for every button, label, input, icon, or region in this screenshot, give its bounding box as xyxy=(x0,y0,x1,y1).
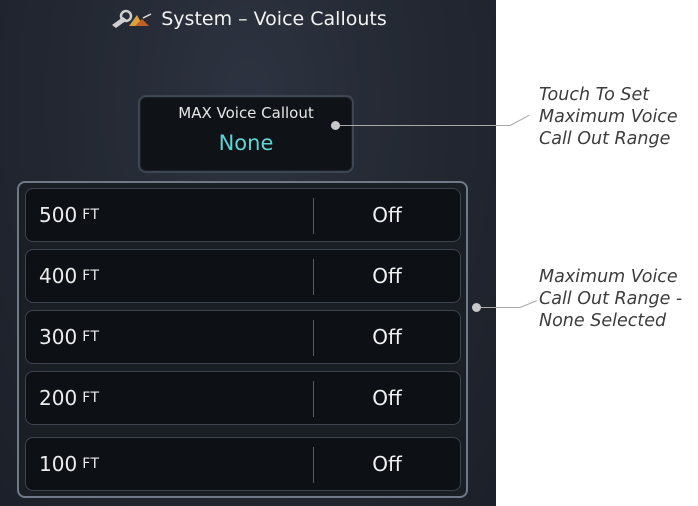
annotation-touch-to-set: Touch To Set Maximum Voice Call Out Rang… xyxy=(539,85,678,149)
wrench-icon xyxy=(109,8,153,30)
max-voice-callout-value: None xyxy=(218,131,274,155)
row-unit: FT xyxy=(82,390,100,406)
row-unit: FT xyxy=(82,456,100,472)
row-state-toggle[interactable]: Off xyxy=(314,311,460,363)
callout-line-list-angle xyxy=(519,300,537,308)
row-altitude: 500 xyxy=(39,203,78,227)
max-voice-callout-button[interactable]: MAX Voice Callout None xyxy=(138,95,354,173)
callout-line-max xyxy=(340,125,510,126)
row-altitude: 100 xyxy=(39,452,78,476)
callout-row-300[interactable]: 300 FT Off xyxy=(25,310,461,364)
row-state-toggle[interactable]: Off xyxy=(314,250,460,302)
device-screen: System – Voice Callouts MAX Voice Callou… xyxy=(0,0,496,506)
callout-line-max-angle xyxy=(509,114,530,126)
row-altitude: 200 xyxy=(39,386,78,410)
callout-dot-list xyxy=(472,303,481,312)
row-state-toggle[interactable]: Off xyxy=(314,372,460,424)
row-altitude: 400 xyxy=(39,264,78,288)
row-altitude: 300 xyxy=(39,325,78,349)
annotation-none-selected: Maximum Voice Call Out Range - None Sele… xyxy=(539,267,683,331)
row-unit: FT xyxy=(82,268,100,284)
callout-row-100[interactable]: 100 FT Off xyxy=(25,437,461,491)
max-voice-callout-label: MAX Voice Callout xyxy=(178,104,314,122)
callout-row-500[interactable]: 500 FT Off xyxy=(25,188,461,242)
callout-dot-max xyxy=(331,121,340,130)
callout-row-400[interactable]: 400 FT Off xyxy=(25,249,461,303)
row-unit: FT xyxy=(82,207,100,223)
page-title: System – Voice Callouts xyxy=(161,8,387,30)
callout-row-200[interactable]: 200 FT Off xyxy=(25,371,461,425)
row-unit: FT xyxy=(82,329,100,345)
row-state-toggle[interactable]: Off xyxy=(314,189,460,241)
page-header: System – Voice Callouts xyxy=(0,4,496,34)
row-state-toggle[interactable]: Off xyxy=(314,438,460,490)
callout-line-list xyxy=(481,307,520,308)
